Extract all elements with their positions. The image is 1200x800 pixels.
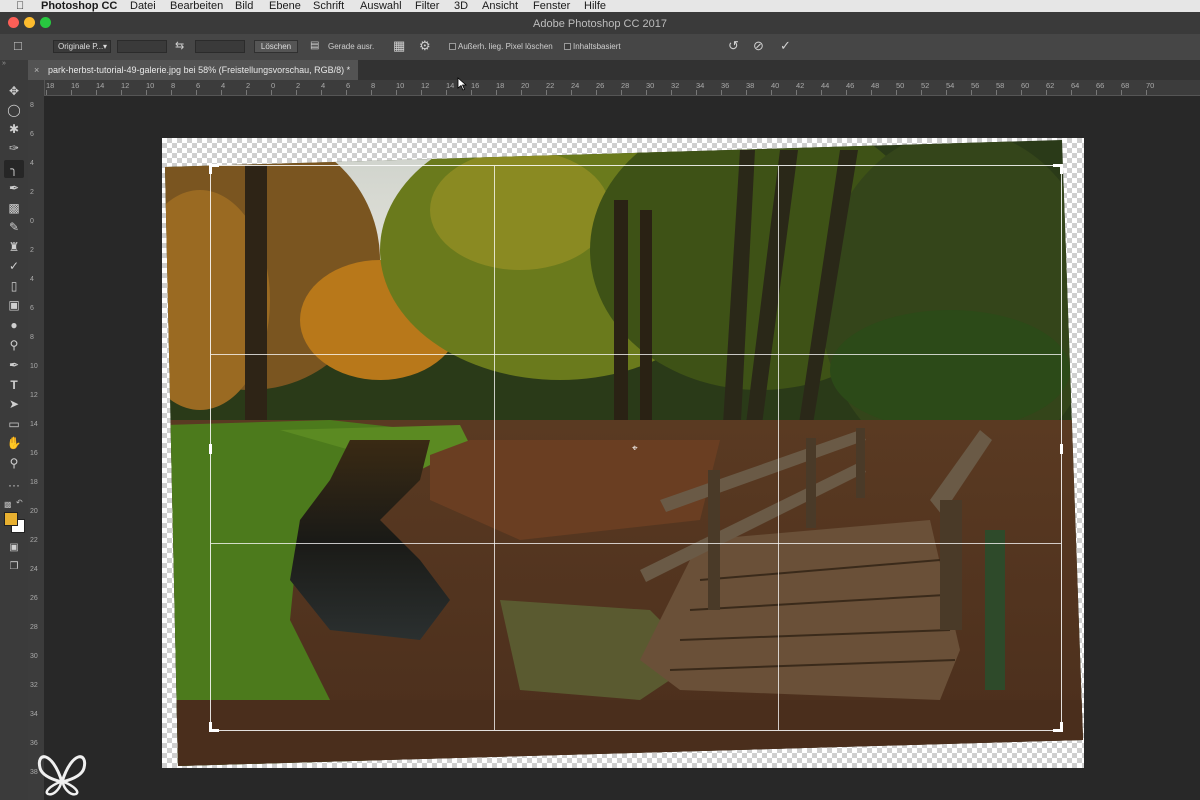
crop-handle-right[interactable] <box>1060 444 1063 454</box>
crop-handle-top-left[interactable] <box>209 164 212 174</box>
crop-handle-left[interactable] <box>209 444 212 454</box>
crop-grid-line <box>494 166 495 730</box>
butterfly-logo-icon <box>37 755 87 796</box>
crop-handle-bottom-right[interactable] <box>1060 722 1063 732</box>
crop-grid-line <box>211 354 1061 355</box>
crop-center-icon: ⌖ <box>632 443 638 454</box>
mouse-pointer-icon <box>457 77 467 91</box>
crop-grid-line <box>211 543 1061 544</box>
crop-handle-bottom-left[interactable] <box>209 722 212 732</box>
crop-grid-line <box>778 166 779 730</box>
crop-box[interactable]: ⌖ <box>209 164 1063 732</box>
crop-handle-top-right[interactable] <box>1060 164 1063 174</box>
